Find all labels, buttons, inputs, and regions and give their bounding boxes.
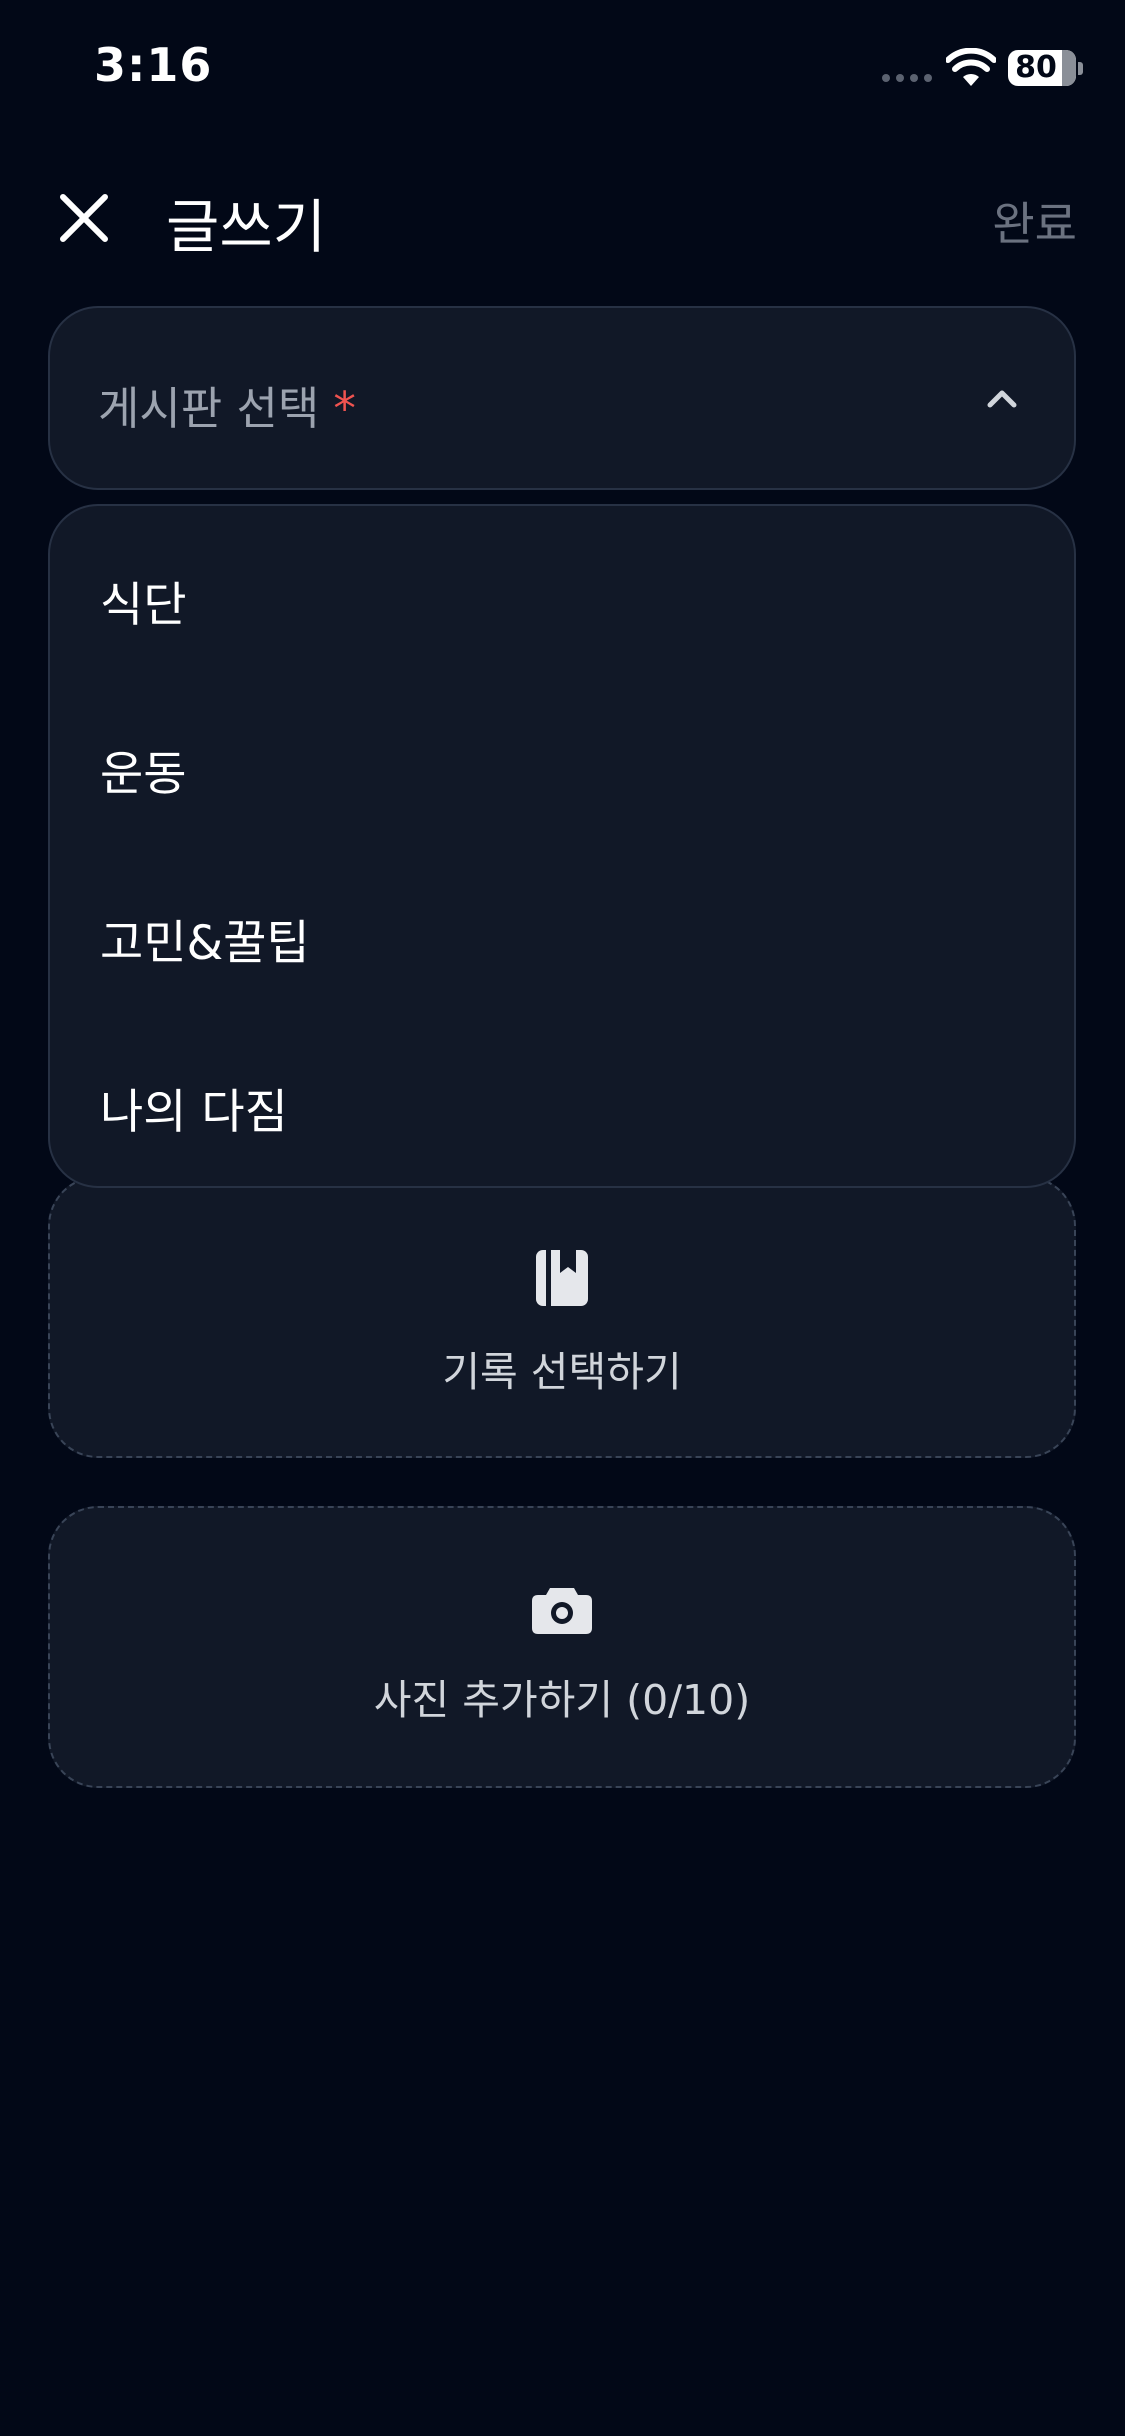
- wifi-icon: [946, 48, 996, 86]
- board-option-tips[interactable]: 고민&꿀팁: [50, 882, 1074, 1051]
- battery-percent: 80: [1015, 50, 1057, 85]
- photo-add-label: 사진 추가하기 (0/10): [373, 1676, 751, 1724]
- close-button[interactable]: [50, 184, 118, 252]
- chevron-up-icon: [987, 390, 1017, 408]
- battery-cap: [1078, 62, 1083, 75]
- cellular-signal-icon: [882, 74, 932, 82]
- required-mark: *: [333, 382, 356, 435]
- board-options-list: 식단 운동 고민&꿀팁 나의 다짐: [48, 504, 1076, 1188]
- board-select-dropdown[interactable]: 게시판 선택 *: [48, 306, 1076, 490]
- photo-add-button[interactable]: 사진 추가하기 (0/10): [48, 1506, 1076, 1788]
- board-option-diet[interactable]: 식단: [50, 544, 1074, 713]
- status-bar: 3:16 80: [0, 0, 1125, 136]
- done-button[interactable]: 완료: [992, 188, 1077, 254]
- header: 글쓰기 완료: [0, 160, 1125, 270]
- close-icon: [60, 194, 108, 242]
- battery-icon: 80: [1008, 50, 1076, 86]
- page-title: 글쓰기: [166, 193, 327, 261]
- board-option-exercise[interactable]: 운동: [50, 713, 1074, 882]
- status-time: 3:16: [94, 38, 213, 92]
- board-select-label: 게시판 선택 *: [98, 372, 356, 437]
- camera-icon: [532, 1588, 592, 1634]
- board-option-resolution[interactable]: 나의 다짐: [50, 1051, 1074, 1220]
- board-select-placeholder: 게시판 선택: [98, 382, 320, 435]
- bookmark-journal-icon: [536, 1250, 588, 1306]
- record-select-label: 기록 선택하기: [442, 1348, 682, 1396]
